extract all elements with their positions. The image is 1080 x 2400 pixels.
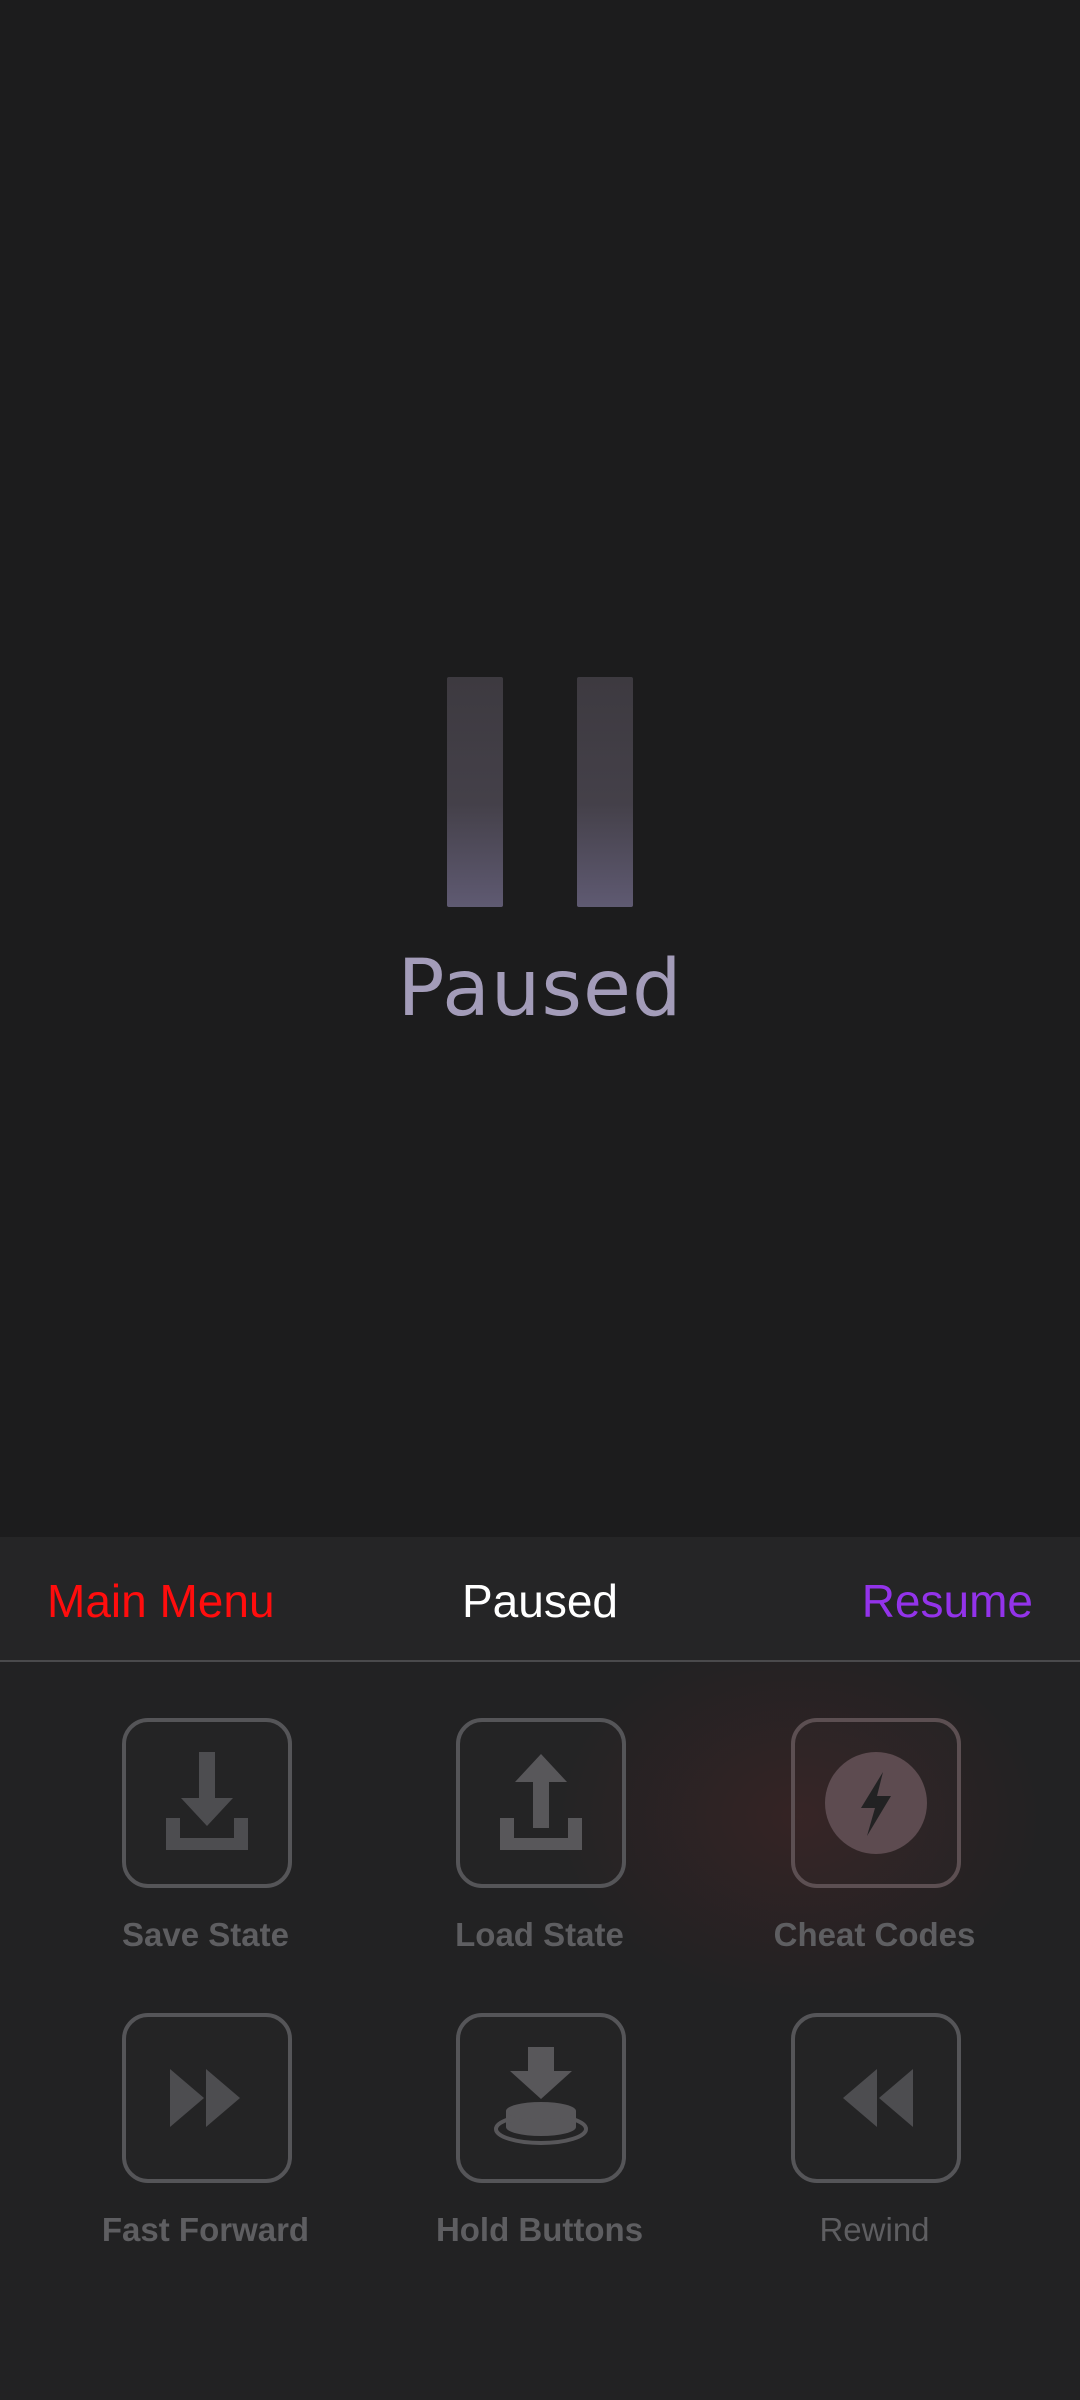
save-state-label: Save State: [122, 1916, 289, 1953]
pause-icon: [447, 677, 633, 907]
resume-button[interactable]: Resume: [862, 1573, 1033, 1629]
load-state-button[interactable]: Load State: [372, 1718, 707, 1968]
hold-buttons-tile[interactable]: [456, 2013, 626, 2183]
pause-menu-nav-bar: Main Menu Paused Resume: [0, 1537, 1080, 1662]
save-state-button[interactable]: Save State: [38, 1718, 373, 1968]
paused-caption: Paused: [397, 944, 683, 1034]
rewind-button[interactable]: Rewind: [707, 2013, 1042, 2263]
fast-forward-icon: [170, 2069, 240, 2127]
rewind-tile[interactable]: [791, 2013, 961, 2183]
save-state-tile[interactable]: [122, 1718, 292, 1888]
main-menu-button[interactable]: Main Menu: [47, 1573, 275, 1629]
load-state-icon: [500, 1754, 582, 1850]
pause-menu-sheet: Main Menu Paused Resume Save State Load …: [0, 1537, 1080, 2400]
load-state-label: Load State: [455, 1916, 624, 1953]
cheat-codes-label: Cheat Codes: [773, 1916, 976, 1953]
save-state-icon: [166, 1752, 248, 1850]
cheat-codes-button[interactable]: Cheat Codes: [707, 1718, 1042, 1968]
pause-bar-left: [447, 677, 503, 907]
hold-buttons-icon: [494, 2047, 588, 2145]
rewind-icon: [843, 2069, 913, 2127]
rewind-label: Rewind: [819, 2211, 930, 2248]
pause-menu-grid: Save State Load State Cheat Codes Fast F…: [0, 1662, 1080, 2400]
pause-bar-right: [577, 677, 633, 907]
cheat-codes-icon: [825, 1752, 927, 1854]
hold-buttons-button[interactable]: Hold Buttons: [372, 2013, 707, 2263]
emulator-screen: Paused Main Menu Paused Resume Save Stat…: [0, 0, 1080, 2400]
fast-forward-tile[interactable]: [122, 2013, 292, 2183]
fast-forward-button[interactable]: Fast Forward: [38, 2013, 373, 2263]
game-area: Paused: [0, 0, 1080, 1537]
load-state-tile[interactable]: [456, 1718, 626, 1888]
hold-buttons-label: Hold Buttons: [435, 2211, 644, 2248]
cheat-codes-tile[interactable]: [791, 1718, 961, 1888]
fast-forward-label: Fast Forward: [101, 2211, 310, 2248]
